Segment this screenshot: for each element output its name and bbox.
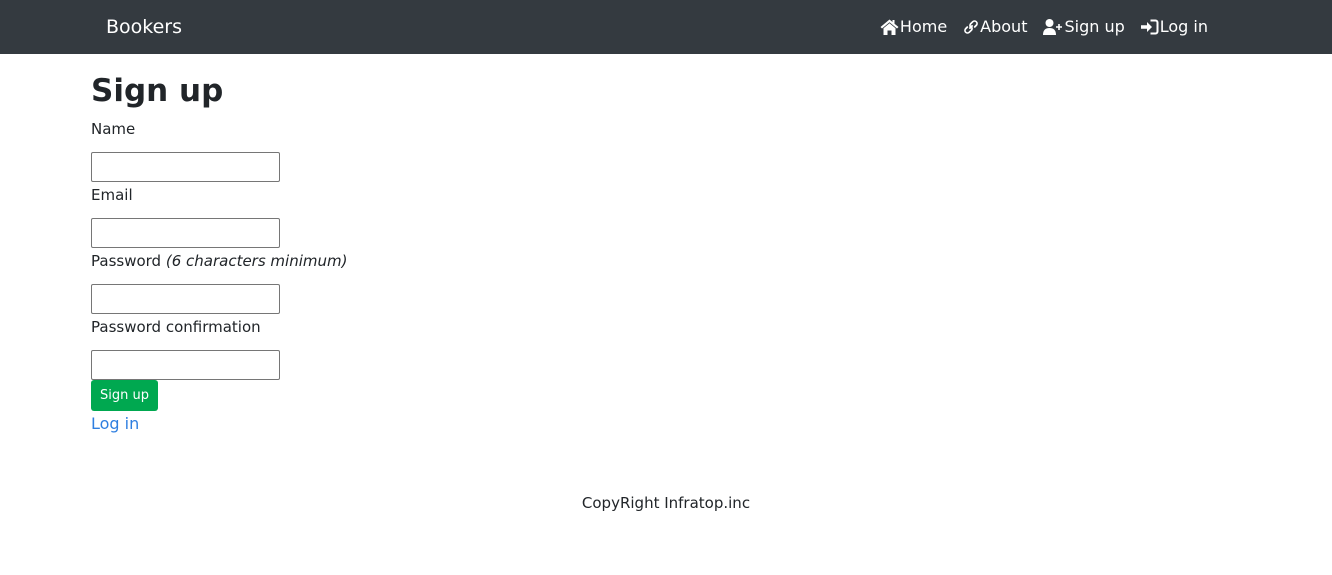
password-label: Password (6 characters minimum) <box>91 248 347 284</box>
nav-home-link[interactable]: Home <box>880 16 947 38</box>
user-plus-icon <box>1043 19 1063 35</box>
link-icon <box>964 20 979 34</box>
password-confirmation-label-text: Password confirmation <box>91 318 261 336</box>
signup-form: Name Email Password (6 characters minimu… <box>91 116 347 411</box>
password-confirmation-label: Password confirmation <box>91 314 347 350</box>
name-label: Name <box>91 116 347 152</box>
password-label-text: Password <box>91 252 162 270</box>
sign-in-icon <box>1140 19 1159 35</box>
footer: CopyRight Infratop.inc <box>0 492 1332 514</box>
nav-about-label: About <box>980 17 1028 36</box>
name-label-text: Name <box>91 120 136 138</box>
nav-about-link[interactable]: About <box>963 16 1027 38</box>
password-field[interactable] <box>91 284 280 314</box>
signup-submit-button[interactable]: Sign up <box>91 380 158 411</box>
signup-section: Sign up Name Email Password (6 character… <box>91 70 347 435</box>
nav-signup-label: Sign up <box>1064 17 1125 36</box>
nav-login-label: Log in <box>1159 17 1208 36</box>
home-icon <box>880 19 899 35</box>
brand-link[interactable]: Bookers <box>106 14 182 40</box>
copyright-text: CopyRight Infratop.inc <box>581 494 751 512</box>
login-link[interactable]: Log in <box>91 413 139 435</box>
nav-signup-link[interactable]: Sign up <box>1043 16 1125 38</box>
nav-links: Home About Sign up Log in <box>880 16 1208 38</box>
name-field[interactable] <box>91 152 280 182</box>
password-confirmation-field[interactable] <box>91 350 280 380</box>
email-label: Email <box>91 182 347 218</box>
password-hint: (6 characters minimum) <box>165 252 348 270</box>
nav-login-link[interactable]: Log in <box>1140 16 1208 38</box>
email-field[interactable] <box>91 218 280 248</box>
email-label-text: Email <box>91 186 133 204</box>
top-navbar: Bookers Home About Sign up Log in <box>0 0 1332 54</box>
page-title: Sign up <box>91 73 224 109</box>
nav-home-label: Home <box>899 17 948 36</box>
